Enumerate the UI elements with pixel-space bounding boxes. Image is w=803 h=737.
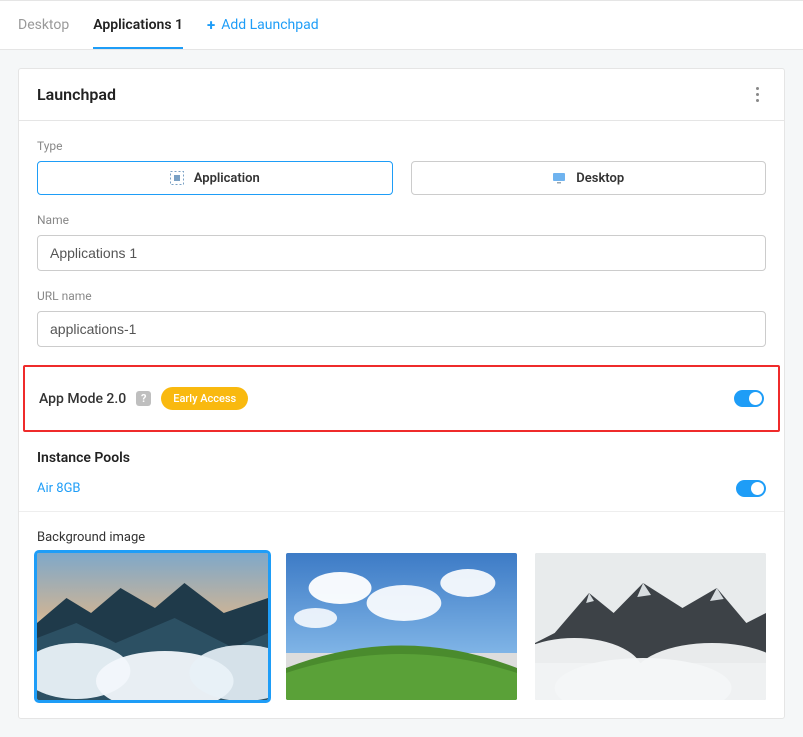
add-launchpad-label: Add Launchpad (221, 17, 318, 33)
type-option-application-label: Application (194, 171, 260, 186)
type-option-desktop[interactable]: Desktop (411, 161, 767, 195)
more-menu-icon[interactable] (748, 86, 766, 104)
background-thumb-3[interactable] (535, 553, 766, 700)
type-option-application[interactable]: Application (37, 161, 393, 195)
type-label: Type (37, 139, 766, 153)
url-label: URL name (37, 289, 766, 303)
background-label: Background image (37, 530, 766, 545)
card-title: Launchpad (37, 85, 116, 104)
background-thumb-1[interactable] (37, 553, 268, 700)
launchpad-card: Launchpad Type Application Desktop (18, 68, 785, 719)
app-mode-left: App Mode 2.0 ? Early Access (39, 387, 248, 410)
type-segmented: Application Desktop (37, 161, 766, 195)
instance-pool-toggle[interactable] (736, 480, 766, 497)
type-section: Type Application Desktop (19, 121, 784, 195)
instance-pool-link[interactable]: Air 8GB (37, 481, 81, 496)
background-thumbnails (19, 553, 784, 700)
tab-applications[interactable]: Applications 1 (93, 2, 183, 48)
instance-pools-title: Instance Pools (19, 436, 784, 466)
top-tabs: Desktop Applications 1 + Add Launchpad (0, 0, 803, 50)
early-access-badge: Early Access (161, 387, 248, 410)
tab-desktop[interactable]: Desktop (18, 2, 69, 48)
type-option-desktop-label: Desktop (576, 171, 624, 186)
application-icon (170, 171, 184, 185)
background-thumb-2[interactable] (286, 553, 517, 700)
help-icon[interactable]: ? (136, 391, 151, 406)
add-launchpad-link[interactable]: + Add Launchpad (207, 16, 319, 34)
name-section: Name (19, 195, 784, 271)
app-mode-row: App Mode 2.0 ? Early Access (23, 365, 780, 432)
page-body: Launchpad Type Application Desktop (0, 50, 803, 737)
app-mode-title: App Mode 2.0 (39, 391, 126, 407)
name-input[interactable] (37, 235, 766, 271)
name-label: Name (37, 213, 766, 227)
url-name-input[interactable] (37, 311, 766, 347)
background-section: Background image (19, 512, 784, 545)
plus-icon: + (207, 16, 215, 34)
card-header: Launchpad (19, 69, 784, 121)
app-mode-toggle[interactable] (734, 390, 764, 407)
desktop-icon (552, 171, 566, 185)
instance-pool-row: Air 8GB (19, 466, 784, 512)
url-section: URL name (19, 271, 784, 347)
